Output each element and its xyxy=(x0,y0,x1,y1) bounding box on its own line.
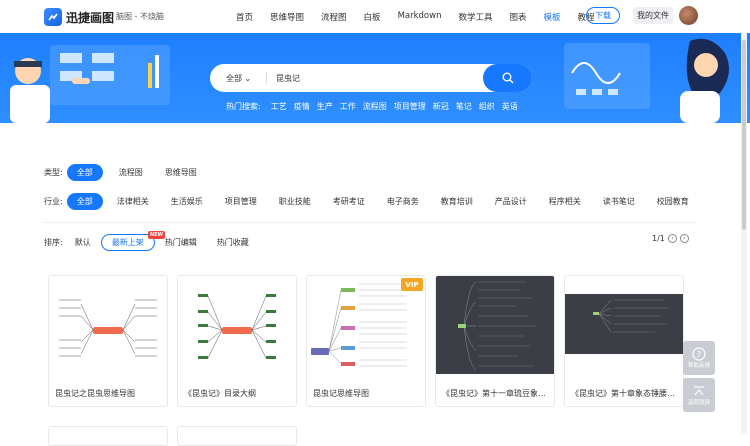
page-indicator: 1/1 xyxy=(652,234,665,243)
back-to-top-label: 返回顶部 xyxy=(687,400,710,406)
type-mindmap[interactable]: 思维导图 xyxy=(155,164,207,181)
industry-filter: 行业: 全部 法律相关 生活娱乐 项目管理 职业技能 考研考证 电子商务 教育培… xyxy=(44,193,699,210)
divider xyxy=(44,222,697,223)
template-card[interactable]: 《昆虫记》第十章象态锤腰象... xyxy=(564,275,684,407)
top-navbar: 迅捷画图 脑图 - 不烧脑 首页 思维导图 流程图 白板 Markdown 数学… xyxy=(0,0,750,33)
prev-page-icon[interactable]: ‹ xyxy=(667,234,677,243)
question-icon: ? xyxy=(692,347,706,361)
template-card[interactable]: 《昆虫记》目录大纲 xyxy=(177,275,297,407)
new-badge: NEW xyxy=(148,231,165,239)
template-card[interactable] xyxy=(48,426,168,446)
hot-search-item[interactable]: 生产 xyxy=(317,101,333,112)
hot-search-item[interactable]: 流程图 xyxy=(363,101,387,112)
back-to-top-button[interactable]: 返回顶部 xyxy=(683,378,715,412)
pagination: 1/1 ‹ › xyxy=(652,234,689,243)
hot-search-item[interactable]: 组织 xyxy=(479,101,495,112)
industry-item[interactable]: 职业技能 xyxy=(269,193,321,210)
template-thumbnail xyxy=(436,276,554,374)
help-feedback-button[interactable]: ? 帮助反馈 xyxy=(683,341,715,375)
search-input[interactable]: 昆虫记 xyxy=(276,73,300,84)
template-card[interactable]: 昆虫记之昆虫思维导图 xyxy=(48,275,168,407)
nav-math-tools[interactable]: 数学工具 xyxy=(458,11,492,23)
banner-right-illustration xyxy=(564,38,729,123)
template-card[interactable]: 《昆虫记》第十一章琉豆象思... xyxy=(435,275,555,407)
brand-name[interactable]: 迅捷画图 xyxy=(66,9,114,26)
next-page-icon[interactable]: › xyxy=(679,234,689,243)
brand-subtitle: 脑图 - 不烧脑 xyxy=(116,12,164,21)
nav-templates[interactable]: 模板 xyxy=(544,11,561,23)
template-title[interactable]: 《昆虫记》第十一章琉豆象思... xyxy=(442,388,550,399)
industry-all[interactable]: 全部 xyxy=(66,193,103,210)
industry-label: 行业: xyxy=(44,197,63,206)
nav-flowchart[interactable]: 流程图 xyxy=(321,11,347,23)
sort-label: 排序: xyxy=(44,238,63,247)
type-filter: 类型: 全部 流程图 思维导图 xyxy=(44,164,207,181)
industry-item[interactable]: 项目管理 xyxy=(215,193,267,210)
search-icon xyxy=(502,72,513,84)
industry-item[interactable]: 教育培训 xyxy=(431,193,483,210)
template-title[interactable]: 《昆虫记》第十章象态锤腰象... xyxy=(571,388,679,399)
search-divider xyxy=(266,72,267,84)
hot-search-item[interactable]: 项目管理 xyxy=(394,101,426,112)
type-flowchart[interactable]: 流程图 xyxy=(109,164,153,181)
template-card[interactable] xyxy=(177,426,297,446)
hot-search-item[interactable]: 工作 xyxy=(340,101,356,112)
industry-item[interactable]: 考研考证 xyxy=(323,193,375,210)
scrollbar-thumb[interactable] xyxy=(742,40,746,230)
arrow-up-icon xyxy=(694,386,704,396)
template-title[interactable]: 昆虫记思维导图 xyxy=(313,388,421,399)
template-thumbnail xyxy=(178,276,296,374)
banner-left-illustration xyxy=(10,45,170,123)
hot-search-item[interactable]: 工艺 xyxy=(271,101,287,112)
hot-search-item[interactable]: 新冠 xyxy=(433,101,449,112)
sort-default[interactable]: 默认 xyxy=(67,234,101,251)
industry-item[interactable]: 程序相关 xyxy=(539,193,591,210)
nav-charts[interactable]: 图表 xyxy=(509,11,526,23)
my-files-button[interactable]: 我的文件 xyxy=(633,7,673,24)
template-title[interactable]: 《昆虫记》目录大纲 xyxy=(184,388,292,399)
search-bar: 全部 ⌄ 昆虫记 xyxy=(210,64,532,92)
hot-search-label: 热门搜索: xyxy=(226,102,261,111)
main-nav: 首页 思维导图 流程图 白板 Markdown 数学工具 图表 模板 教程 xyxy=(236,11,612,23)
svg-text:?: ? xyxy=(697,350,701,359)
search-category-select[interactable]: 全部 ⌄ xyxy=(226,73,251,84)
template-thumbnail xyxy=(49,276,167,374)
industry-item[interactable]: 法律相关 xyxy=(107,193,159,210)
industry-item[interactable]: 产品设计 xyxy=(485,193,537,210)
sort-newest[interactable]: 最新上架 xyxy=(100,234,155,251)
avatar[interactable] xyxy=(679,6,698,25)
industry-item[interactable]: 校园教育 xyxy=(647,193,699,210)
nav-markdown[interactable]: Markdown xyxy=(398,11,442,23)
help-feedback-label: 帮助反馈 xyxy=(687,363,710,369)
industry-item[interactable]: 电子商务 xyxy=(377,193,429,210)
search-banner: 全部 ⌄ 昆虫记 热门搜索: 工艺 疫情 生产 工作 流程图 项目管理 新冠 笔… xyxy=(0,33,750,123)
hot-searches: 热门搜索: 工艺 疫情 生产 工作 流程图 项目管理 新冠 笔记 组织 英语 xyxy=(226,101,525,112)
download-button[interactable]: 下载 xyxy=(586,7,620,24)
nav-whiteboard[interactable]: 白板 xyxy=(364,11,381,23)
type-label: 类型: xyxy=(44,168,63,177)
template-title[interactable]: 昆虫记之昆虫思维导图 xyxy=(55,388,163,399)
type-all[interactable]: 全部 xyxy=(66,164,103,181)
search-button[interactable] xyxy=(483,64,532,92)
nav-home[interactable]: 首页 xyxy=(236,11,253,23)
template-thumbnail xyxy=(565,276,683,374)
sort-hot-favorite[interactable]: 热门收藏 xyxy=(207,234,259,251)
hot-search-item[interactable]: 英语 xyxy=(502,101,518,112)
vip-badge: VIP xyxy=(401,278,423,291)
hot-search-item[interactable]: 疫情 xyxy=(294,101,310,112)
industry-item[interactable]: 生活娱乐 xyxy=(161,193,213,210)
industry-item[interactable]: 读书笔记 xyxy=(593,193,645,210)
logo-icon[interactable] xyxy=(44,8,62,26)
template-card[interactable]: VIP 昆虫记思维导图 xyxy=(306,275,426,407)
nav-mindmap[interactable]: 思维导图 xyxy=(270,11,304,23)
hot-search-item[interactable]: 笔记 xyxy=(456,101,472,112)
